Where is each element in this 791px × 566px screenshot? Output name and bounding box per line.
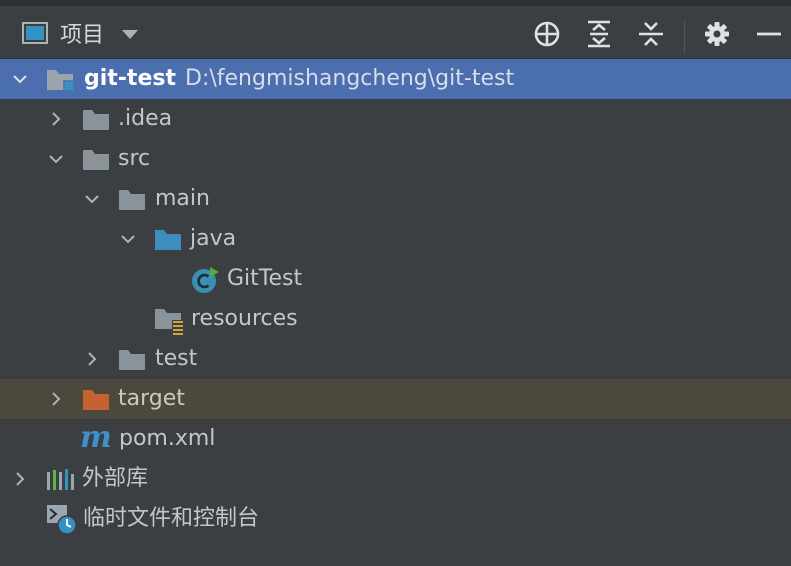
tree-item-label: GitTest [227,266,303,291]
tree-item-label: 外部库 [82,466,149,491]
tree-item-label: pom.xml [119,426,216,451]
tree-item-external-libraries[interactable]: 外部库 [0,459,791,499]
tree-item-label: test [155,346,198,371]
toolbar-separator [684,20,685,54]
chevron-right-icon[interactable] [48,111,64,127]
tree-item-idea[interactable]: .idea [0,99,791,139]
tree-item-label: main [155,186,210,211]
tree-item-path: D:\fengmishangcheng\git-test [185,66,515,91]
tree-item-root[interactable]: git-test D:\fengmishangcheng\git-test [0,59,791,99]
library-icon [47,469,74,490]
tree-item-label: java [190,226,237,251]
resources-folder-icon [155,309,184,335]
module-folder-icon [47,70,74,92]
chevron-down-icon[interactable] [122,29,139,39]
tree-item-label: src [118,146,151,171]
java-class-icon [192,267,219,293]
source-folder-icon [155,230,181,250]
chevron-right-icon[interactable] [12,471,28,487]
folder-icon [83,110,109,130]
locate-icon[interactable] [532,19,562,49]
view-selector[interactable]: 项目 [22,18,139,48]
project-tool-window-header: 项目 [0,6,791,59]
tree-item-test[interactable]: test [0,339,791,379]
folder-icon [119,350,145,370]
tree-item-src[interactable]: src [0,139,791,179]
tree-item-main[interactable]: main [0,179,791,219]
tree-item-label: target [118,386,185,411]
tree-item-resources[interactable]: resources [0,299,791,339]
chevron-down-icon[interactable] [48,151,64,167]
view-title: 项目 [60,23,105,48]
tree-item-pom[interactable]: m pom.xml [0,419,791,459]
collapse-all-icon[interactable] [636,19,666,49]
excluded-folder-icon [83,390,109,410]
gear-icon[interactable] [702,19,732,49]
folder-icon [83,150,109,170]
folder-icon [119,190,145,210]
chevron-right-icon[interactable] [48,391,64,407]
minimize-icon[interactable] [754,19,784,49]
chevron-down-icon[interactable] [120,231,136,247]
tree-item-scratches[interactable]: 临时文件和控制台 [0,499,791,539]
chevron-down-icon[interactable] [84,191,100,207]
tree-item-gittest[interactable]: GitTest [0,259,791,299]
tree-item-label: resources [191,306,298,331]
tree-item-label: 临时文件和控制台 [83,506,260,531]
tree-item-target[interactable]: target [0,379,791,419]
expand-all-icon[interactable] [584,19,614,49]
chevron-down-icon[interactable] [12,71,28,87]
scratches-icon [47,505,77,535]
tree-item-label: git-test [84,66,176,91]
tree-item-label: .idea [118,106,173,131]
chevron-right-icon[interactable] [84,351,100,367]
tree-item-java[interactable]: java [0,219,791,259]
project-view-icon [22,22,48,44]
maven-icon: m [80,420,112,455]
